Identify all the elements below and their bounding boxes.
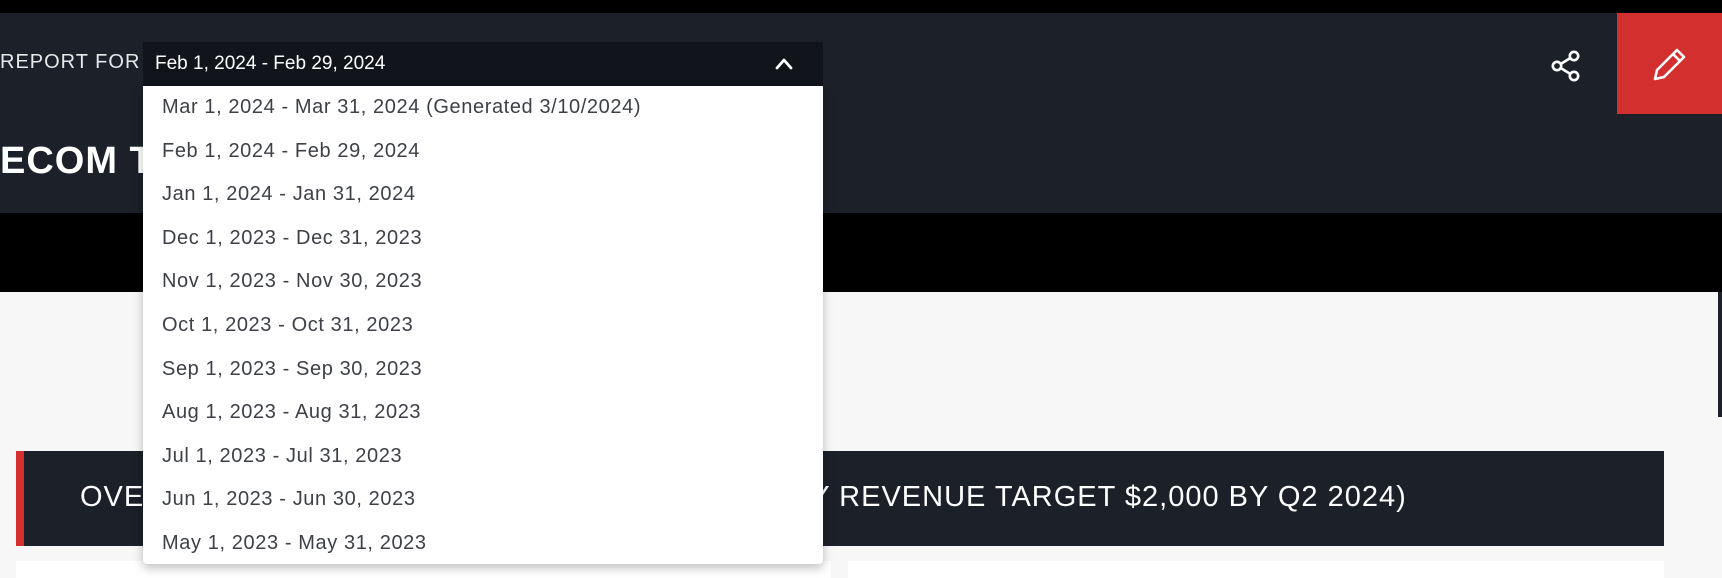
share-icon bbox=[1551, 50, 1580, 82]
edit-button[interactable] bbox=[1617, 13, 1722, 114]
dropdown-option[interactable]: Sep 1, 2023 - Sep 30, 2023 bbox=[143, 348, 823, 392]
report-period-select[interactable]: Feb 1, 2024 - Feb 29, 2024 bbox=[143, 42, 823, 86]
dropdown-option[interactable]: May 1, 2023 - May 31, 2023 bbox=[143, 522, 823, 564]
report-period-dropdown: Mar 1, 2024 - Mar 31, 2024 (Generated 3/… bbox=[143, 86, 823, 564]
report-for-label: REPORT FOR bbox=[0, 51, 141, 73]
dropdown-option[interactable]: Jul 1, 2023 - Jul 31, 2023 bbox=[143, 435, 823, 479]
dropdown-option[interactable]: Jun 1, 2023 - Jun 30, 2023 bbox=[143, 478, 823, 522]
dropdown-option[interactable]: Jan 1, 2024 - Jan 31, 2024 bbox=[143, 173, 823, 217]
share-button[interactable] bbox=[1540, 40, 1592, 92]
dropdown-option[interactable]: Oct 1, 2023 - Oct 31, 2023 bbox=[143, 304, 823, 348]
dropdown-option[interactable]: Mar 1, 2024 - Mar 31, 2024 (Generated 3/… bbox=[143, 86, 823, 130]
dropdown-option[interactable]: Aug 1, 2023 - Aug 31, 2023 bbox=[143, 391, 823, 435]
card-right bbox=[848, 561, 1664, 578]
chevron-up-icon bbox=[775, 58, 793, 70]
dropdown-option[interactable]: Dec 1, 2023 - Dec 31, 2023 bbox=[143, 217, 823, 261]
pencil-icon bbox=[1653, 48, 1685, 80]
section-accent-bar bbox=[16, 451, 24, 546]
selected-period: Feb 1, 2024 - Feb 29, 2024 bbox=[155, 53, 386, 74]
scrollbar-thumb[interactable] bbox=[1718, 292, 1722, 417]
dropdown-option[interactable]: Feb 1, 2024 - Feb 29, 2024 bbox=[143, 130, 823, 174]
dropdown-option[interactable]: Nov 1, 2023 - Nov 30, 2023 bbox=[143, 260, 823, 304]
